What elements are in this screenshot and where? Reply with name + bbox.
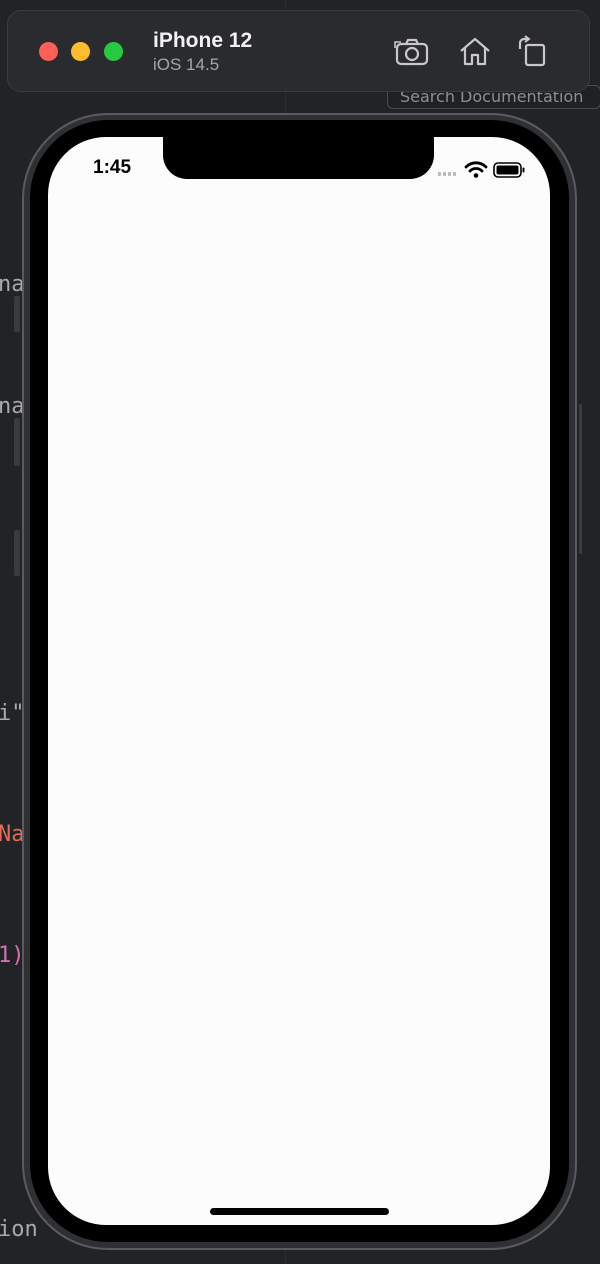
wifi-icon [464,161,488,178]
scroll-marker [579,404,582,554]
code-line: na [0,394,25,419]
close-window-button[interactable] [39,42,58,61]
home-icon[interactable] [457,35,493,67]
code-fragment: na [0,394,25,419]
code-fragment: Na [0,822,25,847]
code-line: na [0,272,25,297]
status-bar-icons [438,161,525,178]
minimize-window-button[interactable] [71,42,90,61]
gutter-marker [14,418,20,466]
code-line: 1) [0,943,25,968]
screenshot-camera-icon[interactable] [394,35,430,67]
device-name: iPhone 12 [153,29,253,52]
zoom-window-button[interactable] [104,42,123,61]
device-notch [163,137,434,179]
status-bar-time: 1:45 [93,157,132,178]
code-fragment: i" [0,701,25,726]
home-indicator[interactable] [210,1208,389,1215]
code-line: i" [0,701,25,726]
gutter-marker [14,530,20,576]
code-fragment: ion [0,1217,38,1242]
device-os-version: iOS 14.5 [153,55,220,74]
app-screen[interactable] [48,137,550,1225]
code-fragment: 1) [0,943,25,968]
code-line: Na [0,822,25,847]
rotate-device-icon[interactable] [514,35,550,67]
cellular-icon [438,172,456,176]
code-line: ion [0,1217,38,1242]
gutter-marker [14,296,20,332]
code-fragment: na [0,272,25,297]
simulator-toolbar: iPhone 12 iOS 14.5 [7,10,590,92]
battery-icon [493,162,525,178]
